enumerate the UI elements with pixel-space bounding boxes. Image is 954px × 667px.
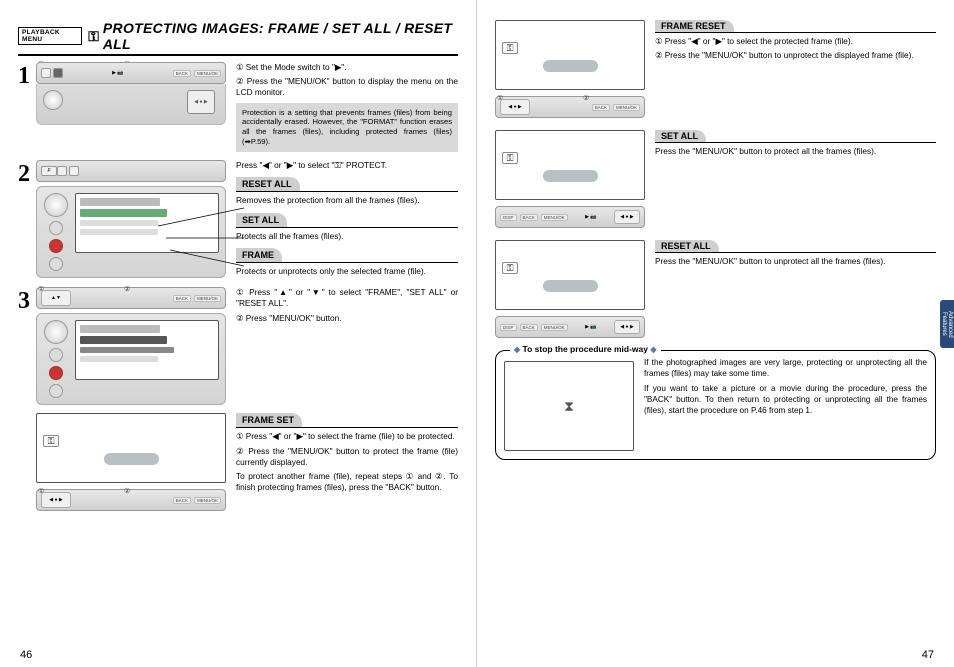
step-1-text: ① Set the Mode switch to "▶". ② Press th… (236, 62, 458, 152)
set-all-block: ⚿ DISPBACKMENU/OK ▶ 📷 ◀ ● ▶ SET ALL Pres… (495, 130, 936, 228)
reset-all-heading: RESET ALL (236, 177, 300, 191)
frame-set-heading: FRAME SET (236, 413, 302, 427)
frame-set-illustration: ⚿ ①② ◀ ● ▶ BACKMENU/OK (36, 413, 226, 511)
step-3-text: ① Press "▲" or "▼" to select "FRAME", "S… (236, 287, 458, 327)
step-3-line1: ① Press "▲" or "▼" to select "FRAME", "S… (236, 287, 458, 309)
set-all-r-heading: SET ALL (655, 130, 706, 142)
midway-p1: If the photographed images are very larg… (644, 357, 927, 379)
frame-heading: FRAME (236, 248, 282, 262)
page-number-left: 46 (20, 649, 32, 661)
reset-all-block: ⚿ DISPBACKMENU/OK ▶ 📷 ◀ ● ▶ RESET ALL Pr… (495, 240, 936, 338)
section-side-tab: Advanced Features (940, 300, 954, 348)
step-2-intro: Press "◀" or "▶" to select "⚿" PROTECT. (236, 160, 458, 171)
frame-set-cont: To protect another frame (file), repeat … (236, 471, 458, 493)
left-page: PLAYBACK MENU ⚿ PROTECTING IMAGES: FRAME… (0, 0, 477, 667)
set-all-body: Protects all the frames (files). (236, 231, 458, 242)
step-3: 3 ①② ▲▼ BACKMENU/OK (18, 287, 458, 405)
step-1-note: Protection is a setting that prevents fr… (236, 103, 458, 152)
hourglass-icon: ⧗ (564, 398, 574, 415)
step-2-text: Press "◀" or "▶" to select "⚿" PROTECT. … (236, 160, 458, 279)
step-1: 1 ①② ▶ 📷 BACKMENU/OK ◀ ● ▶ ① Set the (18, 62, 458, 152)
step-3-illustration: ①② ▲▼ BACKMENU/OK (36, 287, 226, 405)
step-2-illustration: F (36, 160, 226, 278)
step-1-line2: ② Press the "MENU/OK" button to display … (236, 76, 458, 98)
frame-set-text: FRAME SET ① Press "◀" or "▶" to select t… (236, 413, 458, 496)
step-3-number: 3 (18, 289, 36, 313)
frame-set-line1: ① Press "◀" or "▶" to select the frame (… (236, 431, 458, 442)
page-header: PLAYBACK MENU ⚿ PROTECTING IMAGES: FRAME… (18, 20, 458, 56)
page-number-right: 47 (922, 649, 934, 661)
midway-p2: If you want to take a picture or a movie… (644, 383, 927, 416)
step-1-illustration: ①② ▶ 📷 BACKMENU/OK ◀ ● ▶ (36, 62, 226, 125)
right-page: ⚿ ①② ◀ ● ▶ BACKMENU/OK FRAME RESET ① Pre… (477, 0, 954, 667)
frame-reset-line2: ② Press the "MENU/OK" button to unprotec… (655, 50, 936, 61)
frame-set-block: _ ⚿ ①② ◀ ● ▶ BACKMENU/OK FRAME SET (18, 413, 458, 511)
set-all-r-body: Press the "MENU/OK" button to protect al… (655, 146, 936, 157)
protect-key-icon: ⚿ (43, 435, 59, 447)
protect-key-icon: ⚿ (88, 28, 99, 45)
protect-key-icon: ⚿ (502, 152, 518, 164)
midway-callout: ◆ To stop the procedure mid-way ◆ ⧗ If t… (495, 350, 936, 460)
reset-all-r-body: Press the "MENU/OK" button to unprotect … (655, 256, 936, 267)
midway-title: To stop the procedure mid-way (523, 344, 648, 354)
step-1-number: 1 (18, 64, 36, 88)
frame-body: Protects or unprotects only the selected… (236, 266, 458, 277)
protect-key-icon: ⚿ (502, 262, 518, 274)
reset-all-body: Removes the protection from all the fram… (236, 195, 458, 206)
protect-key-icon: ⚿ (502, 42, 518, 54)
frame-reset-heading: FRAME RESET (655, 20, 734, 32)
frame-reset-block: ⚿ ①② ◀ ● ▶ BACKMENU/OK FRAME RESET ① Pre… (495, 20, 936, 118)
set-all-heading: SET ALL (236, 213, 287, 227)
step-2-number: 2 (18, 162, 36, 186)
page-title: PROTECTING IMAGES: FRAME / SET ALL / RES… (103, 20, 458, 52)
step-3-line2: ② Press "MENU/OK" button. (236, 313, 458, 324)
playback-menu-badge: PLAYBACK MENU (18, 27, 82, 45)
reset-all-r-heading: RESET ALL (655, 240, 719, 252)
step-1-line1: ① Set the Mode switch to "▶". (236, 62, 458, 73)
frame-set-line2: ② Press the "MENU/OK" button to protect … (236, 446, 458, 468)
step-2: 2 F (18, 160, 458, 279)
frame-reset-line1: ① Press "◀" or "▶" to select the protect… (655, 36, 936, 47)
